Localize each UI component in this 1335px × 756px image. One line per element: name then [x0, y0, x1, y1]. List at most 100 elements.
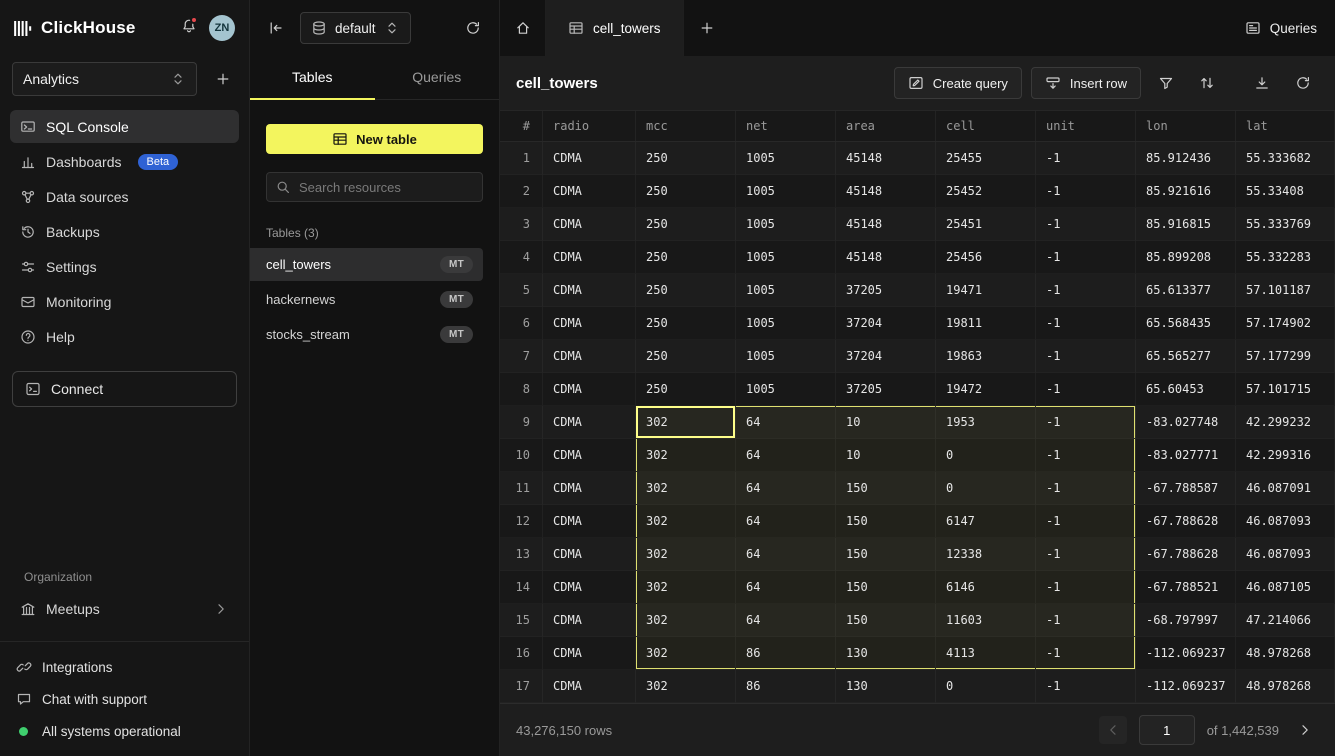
- cell[interactable]: 64: [736, 472, 836, 505]
- search-input[interactable]: [299, 180, 474, 195]
- tab-tables[interactable]: Tables: [250, 56, 375, 100]
- cell[interactable]: 150: [836, 538, 936, 571]
- cell[interactable]: 37205: [836, 274, 936, 307]
- cell[interactable]: 0: [936, 472, 1036, 505]
- sidebar-item-settings[interactable]: Settings: [10, 250, 239, 283]
- sidebar-item-backups[interactable]: Backups: [10, 215, 239, 248]
- cell[interactable]: 302: [636, 472, 736, 505]
- cell[interactable]: 302: [636, 571, 736, 604]
- cell[interactable]: 64: [736, 571, 836, 604]
- cell[interactable]: 1005: [736, 241, 836, 274]
- cell[interactable]: 250: [636, 373, 736, 406]
- row-number[interactable]: 17: [500, 670, 543, 703]
- sidebar-item-data-sources[interactable]: Data sources: [10, 180, 239, 213]
- cell[interactable]: 19471: [936, 274, 1036, 307]
- cell[interactable]: -1: [1036, 241, 1136, 274]
- sidebar-item-system-status[interactable]: All systems operational: [0, 716, 249, 746]
- cell[interactable]: 64: [736, 604, 836, 637]
- cell[interactable]: 302: [636, 538, 736, 571]
- cell[interactable]: -67.788628: [1136, 538, 1236, 571]
- cell[interactable]: 65.613377: [1136, 274, 1236, 307]
- cell[interactable]: -1: [1036, 538, 1136, 571]
- sort-button[interactable]: [1191, 67, 1223, 99]
- cell[interactable]: 46.087091: [1236, 472, 1335, 505]
- refresh-resources-button[interactable]: [459, 14, 487, 42]
- cell[interactable]: 10: [836, 439, 936, 472]
- cell[interactable]: -112.069237: [1136, 670, 1236, 703]
- table-list-item-stocks-stream[interactable]: stocks_streamMT: [250, 318, 483, 351]
- row-number[interactable]: 13: [500, 538, 543, 571]
- sidebar-item-monitoring[interactable]: Monitoring: [10, 285, 239, 318]
- cell[interactable]: 64: [736, 538, 836, 571]
- table-list-item-cell-towers[interactable]: cell_towersMT: [250, 248, 483, 281]
- cell[interactable]: 11603: [936, 604, 1036, 637]
- cell[interactable]: 86: [736, 670, 836, 703]
- cell[interactable]: CDMA: [543, 439, 636, 472]
- cell[interactable]: 55.333682: [1236, 142, 1335, 175]
- new-tab-button[interactable]: [684, 0, 730, 56]
- cell[interactable]: 48.978268: [1236, 670, 1335, 703]
- cell[interactable]: CDMA: [543, 670, 636, 703]
- row-number[interactable]: 3: [500, 208, 543, 241]
- cell[interactable]: -1: [1036, 439, 1136, 472]
- cell[interactable]: 55.33408: [1236, 175, 1335, 208]
- cell[interactable]: -1: [1036, 373, 1136, 406]
- cell[interactable]: 1005: [736, 208, 836, 241]
- cell[interactable]: 150: [836, 472, 936, 505]
- add-service-button[interactable]: [209, 65, 237, 93]
- cell[interactable]: CDMA: [543, 604, 636, 637]
- cell[interactable]: -1: [1036, 604, 1136, 637]
- cell[interactable]: 150: [836, 571, 936, 604]
- cell[interactable]: -67.788521: [1136, 571, 1236, 604]
- cell[interactable]: CDMA: [543, 637, 636, 670]
- column-header-lat[interactable]: lat: [1236, 111, 1335, 141]
- cell[interactable]: 250: [636, 208, 736, 241]
- cell[interactable]: 64: [736, 406, 836, 439]
- home-button[interactable]: [500, 0, 546, 56]
- cell[interactable]: 37205: [836, 373, 936, 406]
- connect-button[interactable]: Connect: [12, 371, 237, 407]
- cell[interactable]: 55.333769: [1236, 208, 1335, 241]
- sidebar-item-help[interactable]: Help: [10, 320, 239, 353]
- cell[interactable]: 19472: [936, 373, 1036, 406]
- cell[interactable]: CDMA: [543, 538, 636, 571]
- sidebar-item-meetups[interactable]: Meetups: [10, 592, 239, 625]
- table-list-item-hackernews[interactable]: hackernewsMT: [250, 283, 483, 316]
- column-header-unit[interactable]: unit: [1036, 111, 1136, 141]
- cell[interactable]: 25455: [936, 142, 1036, 175]
- cell[interactable]: -1: [1036, 142, 1136, 175]
- cell[interactable]: CDMA: [543, 571, 636, 604]
- cell[interactable]: 302: [636, 604, 736, 637]
- cell[interactable]: CDMA: [543, 175, 636, 208]
- cell[interactable]: 65.568435: [1136, 307, 1236, 340]
- cell[interactable]: -1: [1036, 637, 1136, 670]
- cell[interactable]: 302: [636, 505, 736, 538]
- cell[interactable]: 46.087093: [1236, 505, 1335, 538]
- row-number[interactable]: 11: [500, 472, 543, 505]
- tab-queries[interactable]: Queries: [375, 56, 500, 100]
- cell[interactable]: 1005: [736, 175, 836, 208]
- column-header-lon[interactable]: lon: [1136, 111, 1236, 141]
- sidebar-item-sql-console[interactable]: SQL Console: [10, 110, 239, 143]
- cell[interactable]: 130: [836, 637, 936, 670]
- cell[interactable]: 65.565277: [1136, 340, 1236, 373]
- sidebar-item-chat-with-support[interactable]: Chat with support: [0, 684, 249, 714]
- row-number[interactable]: 8: [500, 373, 543, 406]
- cell[interactable]: 85.921616: [1136, 175, 1236, 208]
- cell[interactable]: CDMA: [543, 208, 636, 241]
- cell[interactable]: 1005: [736, 307, 836, 340]
- cell[interactable]: CDMA: [543, 241, 636, 274]
- cell[interactable]: 37204: [836, 307, 936, 340]
- cell[interactable]: 250: [636, 307, 736, 340]
- cell[interactable]: -67.788628: [1136, 505, 1236, 538]
- cell[interactable]: 42.299316: [1236, 439, 1335, 472]
- cell[interactable]: 10: [836, 406, 936, 439]
- cell[interactable]: 1005: [736, 340, 836, 373]
- row-number[interactable]: 2: [500, 175, 543, 208]
- cell[interactable]: 250: [636, 142, 736, 175]
- cell[interactable]: 0: [936, 439, 1036, 472]
- cell[interactable]: 57.174902: [1236, 307, 1335, 340]
- column-header-net[interactable]: net: [736, 111, 836, 141]
- cell[interactable]: 45148: [836, 175, 936, 208]
- cell[interactable]: 250: [636, 241, 736, 274]
